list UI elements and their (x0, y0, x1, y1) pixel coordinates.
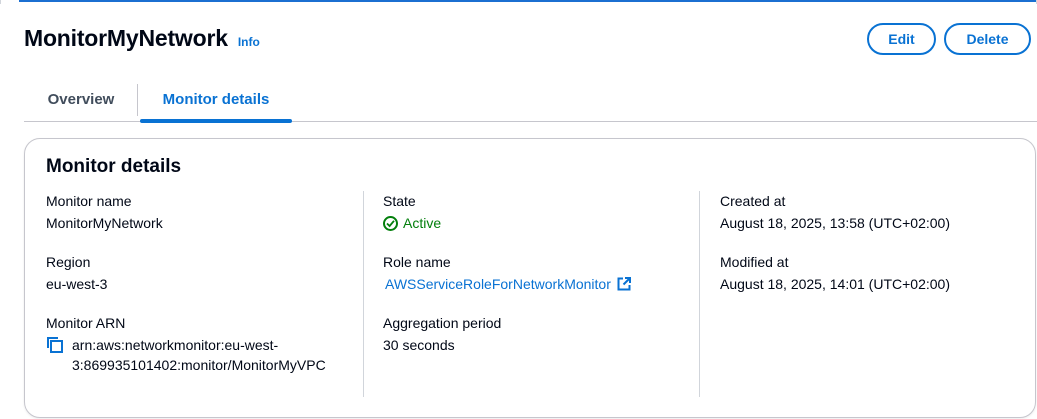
state-label: State (383, 193, 416, 209)
page-header: MonitorMyNetwork Info (24, 25, 260, 55)
column-divider (699, 191, 700, 397)
role-name-link[interactable]: AWSServiceRoleForNetworkMonitor (385, 274, 631, 294)
details-column-3: Created at August 18, 2025, 13:58 (UTC+0… (720, 191, 1020, 313)
created-at-pair: Created at August 18, 2025, 13:58 (UTC+0… (720, 191, 1020, 233)
role-name-row: AWSServiceRoleForNetworkMonitor (383, 274, 699, 294)
monitor-arn-pair: Monitor ARN arn:aws:networkmonitor:eu-we… (46, 313, 362, 375)
tab-overview[interactable]: Overview (24, 78, 138, 121)
header-actions: Edit Delete (867, 23, 1031, 55)
aggregation-pair: Aggregation period 30 seconds (383, 313, 699, 355)
modified-at-label: Modified at (720, 254, 789, 270)
container-top-edge (0, 0, 1037, 4)
tab-monitor-details[interactable]: Monitor details (140, 78, 292, 123)
edit-button[interactable]: Edit (867, 23, 936, 55)
monitor-name-pair: Monitor name MonitorMyNetwork (46, 191, 362, 233)
info-link[interactable]: Info (238, 35, 260, 49)
page-title: MonitorMyNetwork (24, 25, 228, 51)
aggregation-label: Aggregation period (383, 315, 502, 331)
tab-bar: Overview Monitor details (24, 78, 1037, 123)
details-column-2: State Active Role name AWSServiceRoleFor… (383, 191, 699, 374)
role-name-pair: Role name AWSServiceRoleForNetworkMonito… (383, 252, 699, 294)
monitor-name-value: MonitorMyNetwork (46, 215, 163, 231)
container-title: Monitor details (46, 156, 182, 177)
region-value: eu-west-3 (46, 276, 108, 292)
role-name-value: AWSServiceRoleForNetworkMonitor (385, 276, 611, 292)
details-column-1: Monitor name MonitorMyNetwork Region eu-… (46, 191, 362, 394)
state-status: Active (383, 213, 699, 233)
monitor-arn-row: arn:aws:networkmonitor:eu-west-3:8699351… (46, 335, 362, 375)
state-pair: State Active (383, 191, 699, 233)
state-value: Active (403, 215, 442, 231)
created-at-label: Created at (720, 193, 786, 209)
region-pair: Region eu-west-3 (46, 252, 362, 294)
column-divider (363, 191, 364, 397)
monitor-arn-label: Monitor ARN (46, 315, 126, 331)
copy-icon[interactable] (46, 336, 64, 354)
created-at-value: August 18, 2025, 13:58 (UTC+02:00) (720, 215, 950, 231)
modified-at-pair: Modified at August 18, 2025, 14:01 (UTC+… (720, 252, 1020, 294)
delete-button[interactable]: Delete (944, 23, 1031, 55)
modified-at-value: August 18, 2025, 14:01 (UTC+02:00) (720, 276, 950, 292)
monitor-arn-value: arn:aws:networkmonitor:eu-west-3:8699351… (72, 337, 326, 373)
external-link-icon (617, 277, 631, 291)
region-label: Region (46, 254, 91, 270)
role-name-label: Role name (383, 254, 451, 270)
monitor-details-container: Monitor details Monitor name MonitorMyNe… (24, 138, 1036, 418)
monitor-name-label: Monitor name (46, 193, 132, 209)
status-positive-icon (383, 215, 398, 231)
aggregation-value: 30 seconds (383, 337, 455, 353)
tab-divider (137, 84, 138, 116)
